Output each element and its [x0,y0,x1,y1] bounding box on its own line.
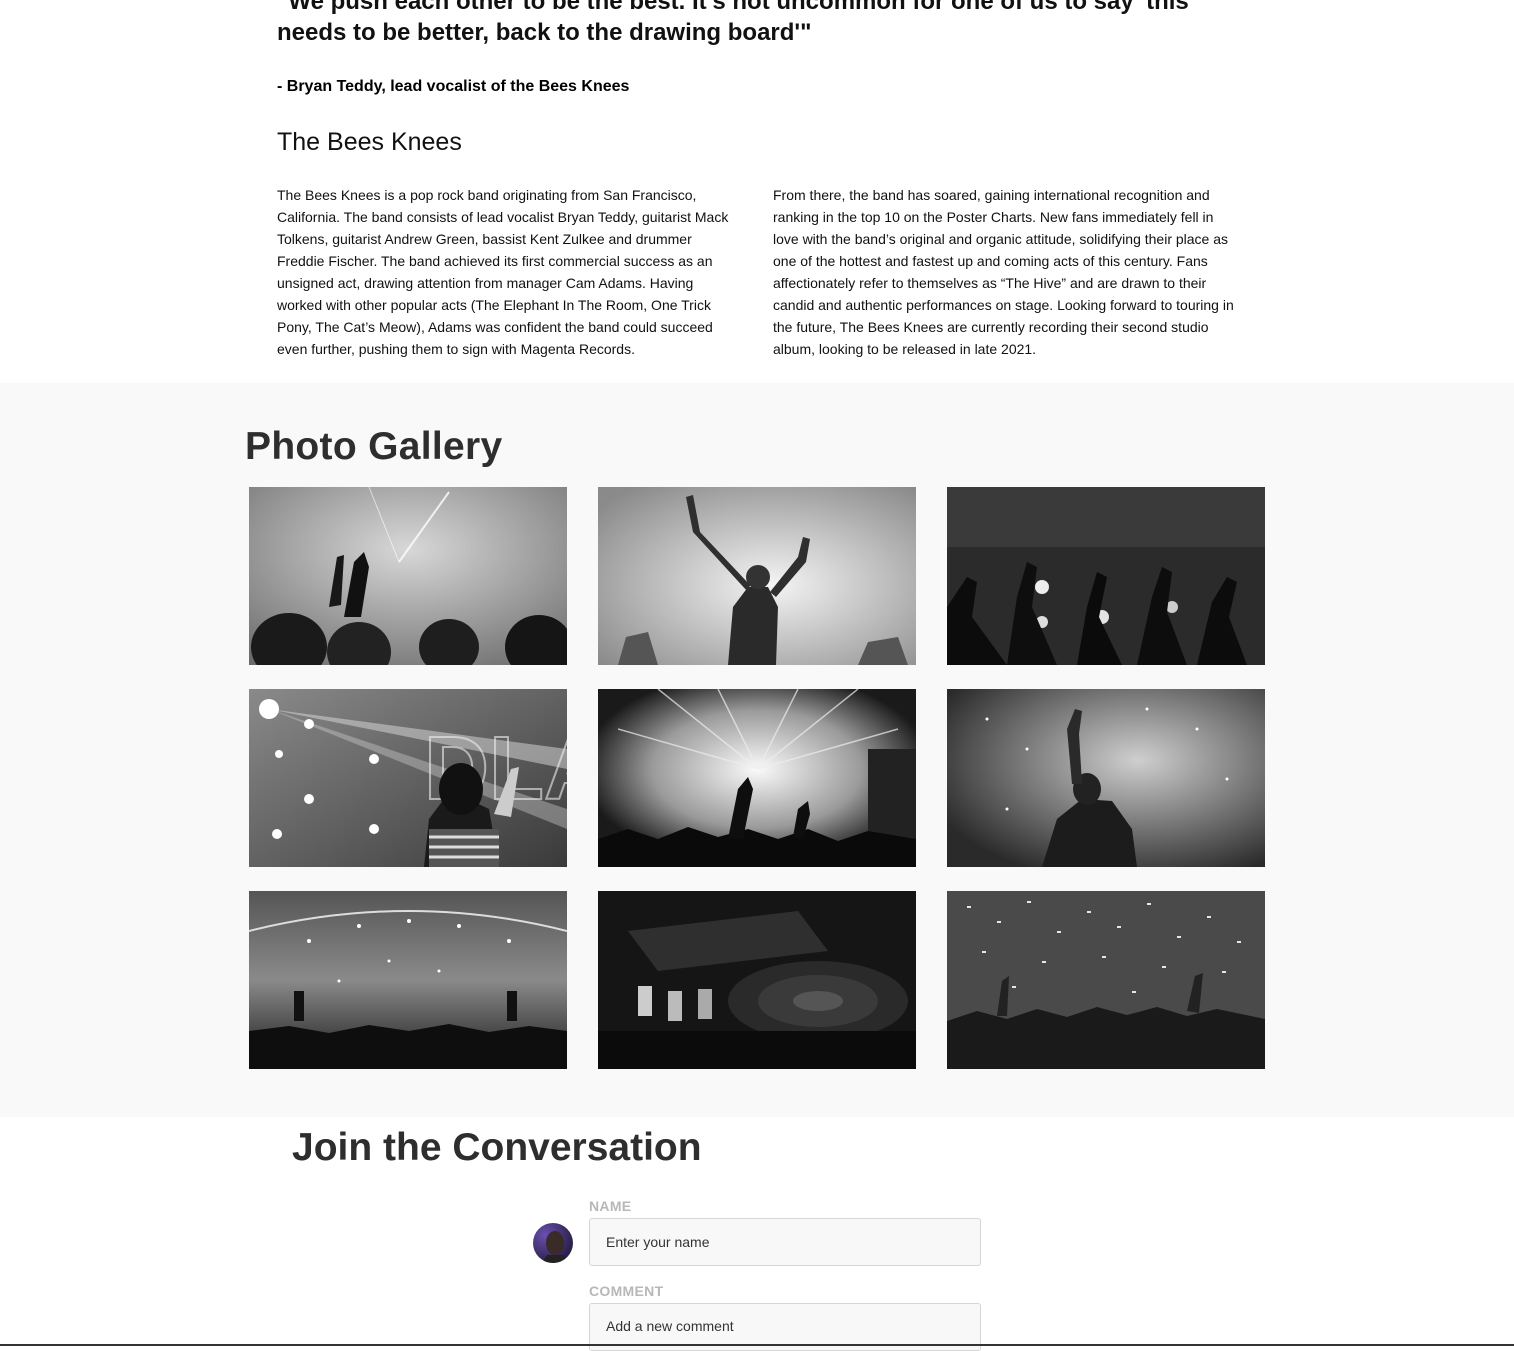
woman-arms-raised-festival-photo[interactable] [598,487,916,665]
fireworks-crowd-stage-photo[interactable] [598,689,916,867]
confetti-crowd-celebration-photo[interactable] [947,891,1265,1069]
gallery-title: Photo Gallery [245,425,503,468]
band-bio-left: The Bees Knees is a pop rock band origin… [277,187,729,357]
user-avatar [533,1223,573,1263]
silhouette-hands-stage-lights-photo[interactable] [947,487,1265,665]
dj-turntable-mixer-photo[interactable] [598,891,916,1069]
quote-attribution: - Bryan Teddy, lead vocalist of the Bees… [277,78,630,95]
arena-crowd-confetti-photo[interactable] [249,891,567,1069]
name-label: NAME [589,1198,632,1214]
woman-waving-stage-lights-photo[interactable]: DLA [249,689,567,867]
band-bio-right: From there, the band has soared, gaining… [773,187,1234,357]
join-conversation-title: Join the Conversation [292,1126,702,1169]
concert-crowd-hands-smoke-photo[interactable] [249,487,567,665]
name-input[interactable] [589,1218,981,1266]
photo-gallery-section: Photo Gallery L [0,383,1514,1117]
man-hand-raised-smoke-photo[interactable] [947,689,1265,867]
comment-label: COMMENT [589,1283,664,1299]
band-title: The Bees Knees [277,128,462,156]
pull-quote: "We push each other to be the best. It's… [277,0,1189,46]
